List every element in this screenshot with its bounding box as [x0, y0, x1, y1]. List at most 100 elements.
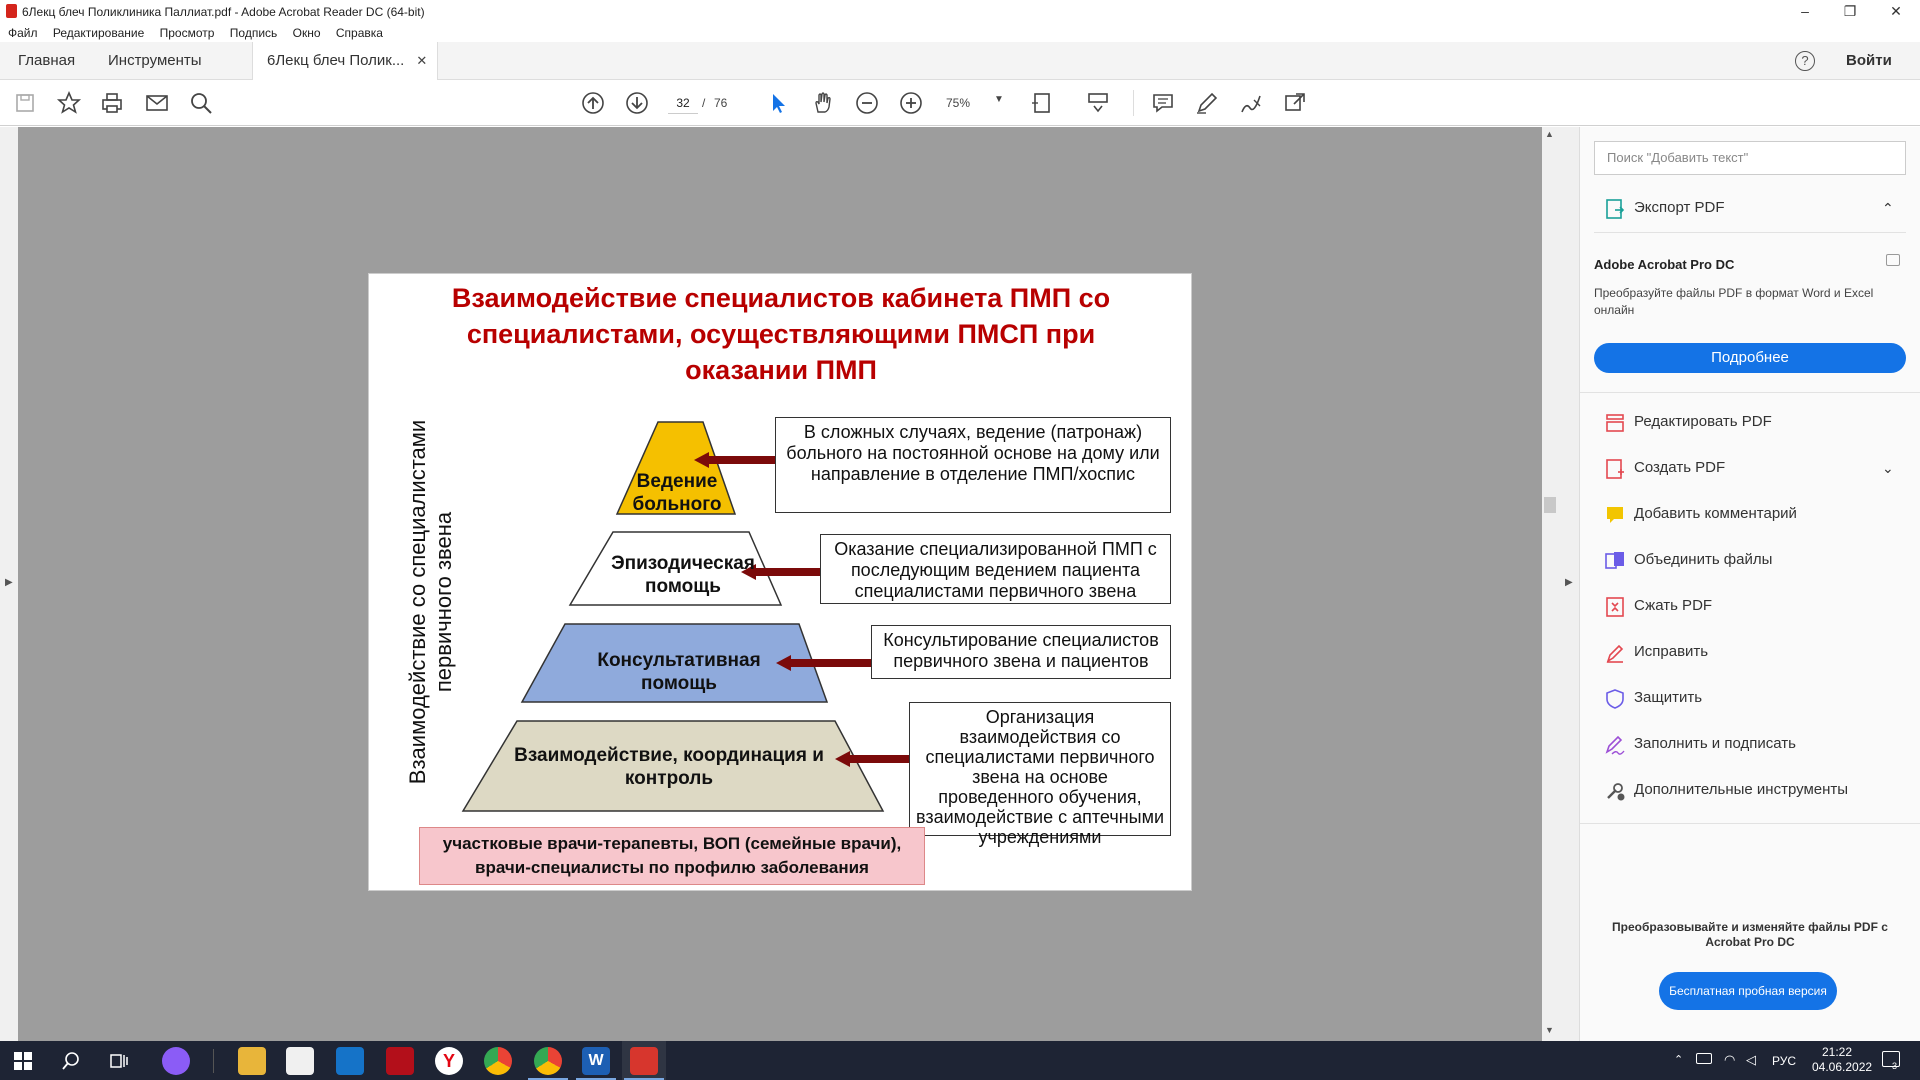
previous-page-icon[interactable]	[580, 90, 606, 116]
copy-icon[interactable]	[1886, 254, 1900, 266]
vertical-scrollbar[interactable]: ▲ ▼	[1542, 127, 1558, 1041]
menu-help[interactable]: Справка	[336, 24, 383, 42]
help-icon[interactable]: ?	[1795, 51, 1815, 71]
tool-create-pdf[interactable]: Создать PDF ⌄	[1604, 453, 1904, 483]
fit-page-icon[interactable]	[1030, 90, 1056, 116]
tool-add-comment-label: Добавить комментарий	[1634, 505, 1797, 522]
wifi-icon[interactable]: ◠	[1724, 1052, 1735, 1068]
protect-icon	[1606, 689, 1624, 709]
bookmark-star-icon[interactable]	[56, 90, 82, 116]
restore-button[interactable]: ❐	[1830, 2, 1870, 22]
language-indicator[interactable]: РУС	[1772, 1054, 1796, 1068]
menu-sign[interactable]: Подпись	[230, 24, 278, 42]
collapse-chevron-icon[interactable]: ⌃	[1882, 193, 1894, 223]
find-zoom-icon[interactable]	[188, 90, 214, 116]
email-icon[interactable]	[144, 90, 170, 116]
menu-file[interactable]: Файл	[8, 24, 38, 42]
save-icon[interactable]	[12, 90, 38, 116]
tool-create-pdf-label: Создать PDF	[1634, 459, 1726, 476]
share-sign-icon[interactable]	[1282, 90, 1308, 116]
clock-date: 04.06.2022	[1812, 1060, 1873, 1074]
expand-left-icon[interactable]: ▶	[5, 577, 13, 588]
menu-edit[interactable]: Редактирование	[53, 24, 144, 42]
pyramid-level-1-label: Ведение больного	[632, 471, 722, 515]
export-pdf-icon	[1606, 199, 1625, 219]
search-tools-input[interactable]: Поиск "Добавить текст"	[1594, 141, 1906, 175]
volume-icon[interactable]: ◁	[1746, 1052, 1756, 1068]
export-pdf-label: Экспорт PDF	[1634, 199, 1725, 216]
tool-more-tools-label: Дополнительные инструменты	[1634, 781, 1849, 798]
hand-tool-icon[interactable]	[810, 90, 836, 116]
pyramid-level-4-label: Взаимодействие, координация и контроль	[514, 745, 824, 789]
windows-start-icon[interactable]	[14, 1052, 32, 1070]
collapse-right-icon[interactable]: ▶	[1565, 577, 1573, 588]
word-icon[interactable]: W	[582, 1047, 610, 1075]
compress-pdf-icon	[1606, 597, 1624, 617]
tool-combine-files-label: Объединить файлы	[1634, 551, 1773, 568]
learn-more-button[interactable]: Подробнее	[1594, 343, 1906, 373]
tab-tools[interactable]: Инструменты	[108, 42, 202, 80]
pyramid-level-2-label: Эпизодическая помощь	[611, 553, 755, 597]
edit-pdf-icon	[1606, 414, 1624, 432]
info-box-2: Оказание специализированной ПМП с послед…	[820, 534, 1171, 604]
toolbar: 32 / 76 75% ▼	[0, 80, 1920, 126]
divider	[1580, 392, 1920, 393]
close-button[interactable]: ✕	[1876, 2, 1916, 22]
file-explorer-icon[interactable]	[238, 1047, 266, 1075]
zoom-in-icon[interactable]	[898, 90, 924, 116]
next-page-icon[interactable]	[624, 90, 650, 116]
zoom-out-icon[interactable]	[854, 90, 880, 116]
chrome-icon-2[interactable]	[534, 1047, 562, 1075]
scroll-thumb[interactable]	[1544, 497, 1556, 513]
menu-view[interactable]: Просмотр	[160, 24, 215, 42]
divider	[1580, 823, 1920, 824]
divider	[1594, 232, 1906, 233]
close-tab-icon[interactable]: ✕	[416, 53, 427, 68]
windows-taskbar: Y W ⌃ ◠ ◁ РУС 21:22 04.06.2022 3	[0, 1041, 1920, 1080]
scroll-down-icon[interactable]: ▼	[1545, 1025, 1554, 1035]
comment-tool-icon[interactable]	[1150, 90, 1176, 116]
tool-protect-label: Защитить	[1634, 689, 1703, 706]
signin-button[interactable]: Войти	[1846, 52, 1892, 69]
page-number-input[interactable]: 32	[668, 92, 698, 114]
scroll-mode-icon[interactable]	[1085, 90, 1111, 116]
notification-count: 3	[1892, 1061, 1898, 1071]
sign-icon[interactable]	[1238, 90, 1264, 116]
export-pdf-header[interactable]: Экспорт PDF ⌃	[1604, 193, 1904, 223]
menu-window[interactable]: Окно	[293, 24, 321, 42]
print-icon[interactable]	[99, 90, 125, 116]
acrobat-app-icon	[6, 4, 17, 18]
info-box-4: Организация взаимодействия со специалист…	[909, 702, 1171, 847]
taskbar-separator	[213, 1049, 214, 1073]
free-trial-button[interactable]: Бесплатная пробная версия	[1659, 972, 1837, 1010]
alice-assistant-icon[interactable]	[162, 1047, 190, 1075]
chrome-icon[interactable]	[484, 1047, 512, 1075]
scroll-up-icon[interactable]: ▲	[1545, 129, 1554, 139]
search-icon[interactable]	[62, 1052, 80, 1070]
right-panel-toggle[interactable]: ▶	[1558, 127, 1580, 1041]
battery-icon[interactable]	[1696, 1053, 1712, 1064]
tab-home[interactable]: Главная	[18, 42, 75, 80]
zoom-level-select[interactable]: 75%	[946, 96, 970, 110]
tray-expand-icon[interactable]: ⌃	[1674, 1053, 1683, 1066]
store-icon[interactable]	[286, 1047, 314, 1075]
task-view-icon[interactable]	[110, 1052, 128, 1070]
minimize-button[interactable]: –	[1785, 2, 1825, 22]
left-panel-toggle[interactable]: ▶	[0, 127, 18, 1041]
tab-document-label: 6Лекц блеч Полик...	[267, 52, 405, 69]
clock[interactable]: 21:22 04.06.2022	[1812, 1045, 1873, 1075]
zoom-dropdown-icon[interactable]: ▼	[994, 94, 1004, 105]
acrobat-pro-icon[interactable]	[386, 1047, 414, 1075]
tools-pane: Поиск "Добавить текст" Экспорт PDF ⌃ Ado…	[1580, 127, 1920, 1041]
expand-chevron-icon[interactable]: ⌄	[1882, 453, 1894, 483]
clock-time: 21:22	[1821, 1045, 1853, 1059]
mail-icon[interactable]	[336, 1047, 364, 1075]
tab-document[interactable]: 6Лекц блеч Полик... ✕	[252, 42, 439, 80]
highlight-pen-icon[interactable]	[1194, 90, 1220, 116]
title-bar: 6Лекц блеч Поликлиника Паллиат.pdf - Ado…	[0, 0, 1920, 24]
select-cursor-icon[interactable]	[765, 90, 791, 116]
notifications-icon[interactable]	[1882, 1051, 1900, 1067]
bottom-note: участковые врачи-терапевты, ВОП (семейны…	[419, 827, 925, 885]
yandex-browser-icon[interactable]: Y	[435, 1047, 463, 1075]
tool-fill-sign-label: Заполнить и подписать	[1634, 735, 1796, 752]
